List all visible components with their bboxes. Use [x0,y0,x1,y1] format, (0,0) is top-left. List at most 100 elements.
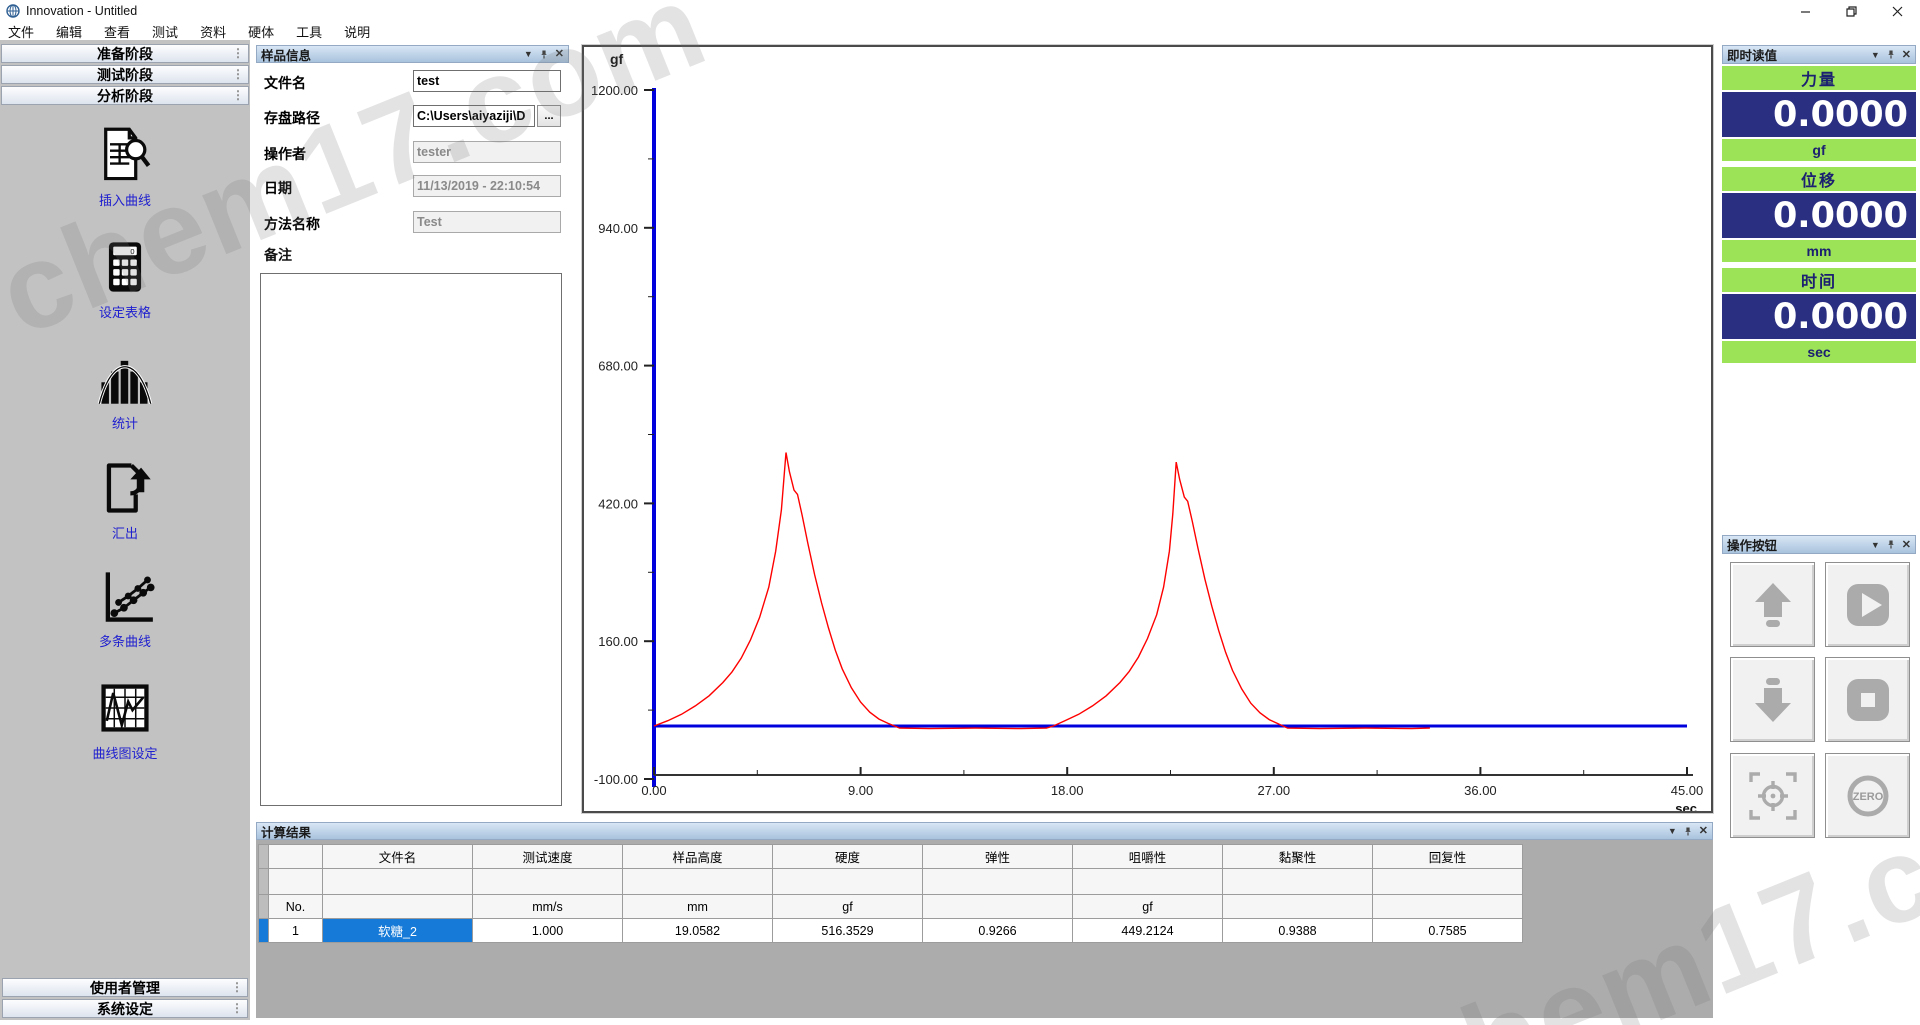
window-title: Innovation - Untitled [26,4,137,18]
result-cell[interactable]: 0.9266 [923,919,1073,943]
results-header: 计算结果 ▼ ✕ [256,822,1713,840]
result-cell[interactable]: 1.000 [473,919,623,943]
result-cell[interactable]: 0.7585 [1373,919,1523,943]
remark-textarea[interactable] [260,273,562,806]
panel-pin-icon[interactable] [1887,539,1895,550]
tool-label: 曲线图设定 [92,743,157,762]
blank-cell [323,869,473,895]
stage-button-prepare[interactable]: 准备阶段⋮ [1,44,249,63]
panel-close-icon[interactable]: ✕ [1902,50,1911,60]
sidebar: 准备阶段⋮ 测试阶段⋮ 分析阶段⋮ 插入曲线 0 设定表格 统计 [0,40,250,1020]
blank-cell [269,869,323,895]
app-logo-icon [6,4,20,18]
save-path-input[interactable] [413,105,535,127]
svg-text:1200.00: 1200.00 [591,83,638,98]
menu-item-file[interactable]: 文件 [8,22,34,41]
panel-pin-icon[interactable] [1887,49,1895,60]
menu-item-data[interactable]: 资料 [200,22,226,41]
blank-cell [773,869,923,895]
column-header[interactable]: 样品高度 [623,845,773,869]
displacement-readout: 位移 0.0000 mm [1722,167,1916,262]
panel-pin-icon[interactable] [1684,826,1692,837]
svg-text:sec: sec [1675,801,1697,811]
tool-statistics[interactable]: 统计 [0,348,250,432]
panel-menu-arrow-icon[interactable]: ▼ [1668,826,1677,836]
column-header[interactable]: 测试速度 [473,845,623,869]
menu-item-test[interactable]: 测试 [152,22,178,41]
column-header[interactable]: 回复性 [1373,845,1523,869]
panel-close-icon[interactable]: ✕ [555,49,564,59]
row-selector-cell [259,845,269,869]
readout-label: 力量 [1722,66,1916,90]
no-label-cell: No. [269,895,323,919]
column-header[interactable]: 文件名 [323,845,473,869]
unit-cell: gf [773,895,923,919]
insert-curve-icon [95,125,155,185]
minimize-button[interactable] [1782,0,1828,22]
menu-item-view[interactable]: 查看 [104,22,130,41]
move-up-button[interactable] [1730,562,1815,647]
time-value: 0.0000 [1722,294,1916,339]
result-cell[interactable]: 516.3529 [773,919,923,943]
target-button[interactable] [1730,753,1815,838]
file-name-cell[interactable]: 软糖_2 [323,919,473,943]
no-header-cell [269,845,323,869]
readout-label: 时间 [1722,268,1916,292]
tool-insert-curve[interactable]: 插入曲线 [0,125,250,209]
blank-cell [1223,869,1373,895]
readout-unit: gf [1722,139,1916,161]
remark-label: 备注 [264,245,292,265]
result-cell[interactable]: 0.9388 [1223,919,1373,943]
grip-icon: ⋮ [232,67,244,82]
panel-menu-arrow-icon[interactable]: ▼ [524,49,533,59]
svg-text:gf: gf [610,51,624,67]
tool-table-setup[interactable]: 0 设定表格 [0,237,250,321]
svg-text:18.00: 18.00 [1051,783,1084,798]
sample-info-header: 样品信息 ▼ ✕ [256,45,569,63]
zero-button[interactable]: ZERO [1825,753,1910,838]
row-selector-cell [259,895,269,919]
force-time-chart: gf1200.00940.00680.00420.00160.00-100.00… [584,47,1711,811]
panel-menu-arrow-icon[interactable]: ▼ [1871,50,1880,60]
panel-close-icon[interactable]: ✕ [1699,826,1708,836]
column-header[interactable]: 硬度 [773,845,923,869]
filename-input[interactable] [413,70,561,92]
stop-button[interactable] [1825,657,1910,742]
tool-multi-curve[interactable]: 多条曲线 [0,566,250,650]
svg-text:-100.00: -100.00 [594,772,638,787]
displacement-value: 0.0000 [1722,193,1916,238]
menu-item-help[interactable]: 说明 [344,22,370,41]
close-button[interactable] [1874,0,1920,22]
row-number-cell[interactable]: 1 [269,919,323,943]
tool-export[interactable]: 汇出 [0,458,250,542]
panel-close-icon[interactable]: ✕ [1902,540,1911,550]
restore-button[interactable] [1828,0,1874,22]
row-selector-cell[interactable] [259,919,269,943]
move-down-button[interactable] [1730,657,1815,742]
svg-text:27.00: 27.00 [1258,783,1291,798]
panel-pin-icon[interactable] [540,49,548,60]
result-cell[interactable]: 19.0582 [623,919,773,943]
column-header[interactable]: 弹性 [923,845,1073,869]
stage-button-testing[interactable]: 测试阶段⋮ [1,65,249,84]
menu-item-edit[interactable]: 编辑 [56,22,82,41]
menu-item-tools[interactable]: 工具 [296,22,322,41]
stage-button-analysis[interactable]: 分析阶段⋮ [1,86,249,105]
app-window: Innovation - Untitled 文件 编辑 查看 测试 资料 硬体 … [0,0,1920,1025]
sample-info-panel: 样品信息 ▼ ✕ 文件名 存盘路径... 操作者 日期 方法名称 备注 [256,45,569,815]
user-management-button[interactable]: 使用者管理⋮ [2,978,248,997]
result-cell[interactable]: 449.2124 [1073,919,1223,943]
menu-bar: 文件 编辑 查看 测试 资料 硬体 工具 说明 [0,22,1920,40]
browse-button[interactable]: ... [537,105,561,127]
system-settings-button[interactable]: 系统设定⋮ [2,999,248,1018]
panel-menu-arrow-icon[interactable]: ▼ [1871,540,1880,550]
column-header[interactable]: 咀嚼性 [1073,845,1223,869]
panel-title: 样品信息 [261,45,311,64]
column-header[interactable]: 黏聚性 [1223,845,1373,869]
multi-curve-icon [95,566,155,626]
svg-text:160.00: 160.00 [598,634,638,649]
readout-header: 即时读值 ▼ ✕ [1722,45,1916,64]
tool-chart-settings[interactable]: 曲线图设定 [0,678,250,762]
menu-item-hardware[interactable]: 硬体 [248,22,274,41]
run-button[interactable] [1825,562,1910,647]
